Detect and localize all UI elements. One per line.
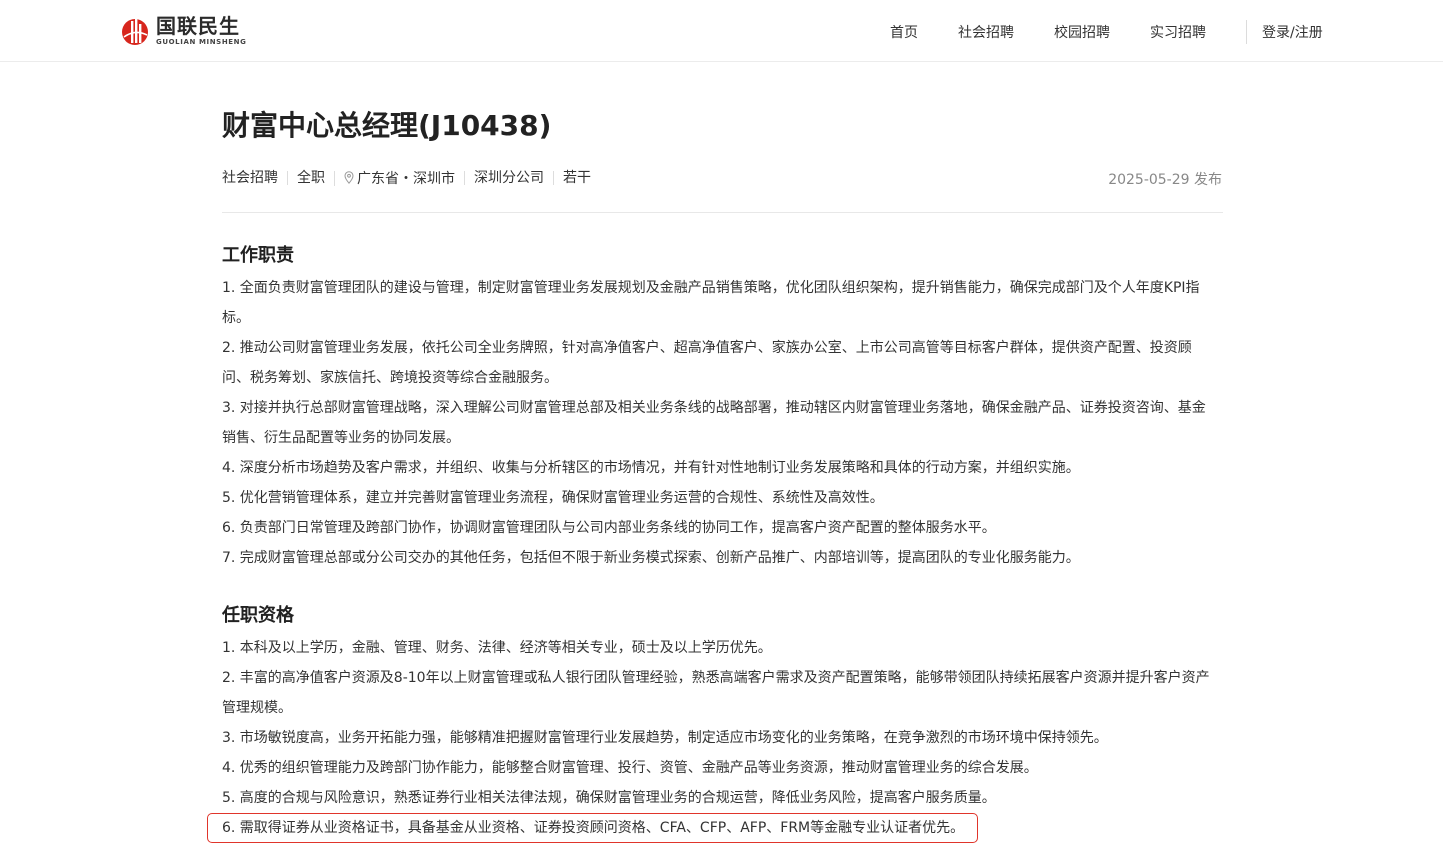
tag-location: 广东省・深圳市 [334, 170, 464, 187]
list-item: 5. 优化营销管理体系，建立并完善财富管理业务流程，确保财富管理业务运营的合规性… [222, 490, 884, 506]
nav-social-recruitment[interactable]: 社会招聘 [958, 22, 1014, 42]
nav-divider [1246, 20, 1247, 44]
list-item: 2. 丰富的高净值客户资源及8-10年以上财富管理或私人银行团队管理经验，熟悉高… [222, 670, 1210, 716]
logo-mark-icon [122, 18, 148, 45]
responsibilities-list: 1. 全面负责财富管理团队的建设与管理，制定财富管理业务发展规划及金融产品销售策… [222, 273, 1212, 573]
responsibilities-heading: 工作职责 [222, 245, 294, 266]
qualifications-heading: 任职资格 [222, 605, 294, 626]
login-register-link[interactable]: 登录/注册 [1262, 22, 1323, 42]
list-item: 3. 对接并执行总部财富管理战略，深入理解公司财富管理总部及相关业务条线的战略部… [222, 400, 1206, 446]
job-meta: 社会招聘 全职 广东省・深圳市 深圳分公司 若干 [222, 169, 600, 187]
nav-home[interactable]: 首页 [890, 22, 918, 42]
top-nav-bar: 国联民生 GUOLIAN MINSHENG 首页 社会招聘 校园招聘 实习招聘 … [0, 0, 1443, 62]
tag-branch: 深圳分公司 [464, 171, 553, 185]
publish-date: 2025-05-29 发布 [1108, 172, 1222, 188]
site-logo[interactable]: 国联民生 GUOLIAN MINSHENG [120, 14, 246, 48]
qualifications-list: 1. 本科及以上学历，金融、管理、财务、法律、经济等相关专业，硕士及以上学历优先… [222, 633, 1212, 843]
logo-text-en: GUOLIAN MINSHENG [156, 38, 247, 46]
list-item: 2. 推动公司财富管理业务发展，依托公司全业务牌照，针对高净值客户、超高净值客户… [222, 340, 1192, 386]
list-item: 1. 本科及以上学历，金融、管理、财务、法律、经济等相关专业，硕士及以上学历优先… [222, 640, 772, 656]
tag-employment-type: 全职 [287, 171, 334, 185]
list-item: 5. 高度的合规与风险意识，熟悉证券行业相关法律法规，确保财富管理业务的合规运营… [222, 790, 996, 806]
list-item: 4. 深度分析市场趋势及客户需求，并组织、收集与分析辖区的市场情况，并有针对性地… [222, 460, 1080, 476]
location-pin-icon [344, 170, 354, 184]
list-item: 6. 负责部门日常管理及跨部门协作，协调财富管理团队与公司内部业务条线的协同工作… [222, 520, 996, 536]
list-item: 1. 全面负责财富管理团队的建设与管理，制定财富管理业务发展规划及金融产品销售策… [222, 280, 1200, 326]
tag-headcount: 若干 [553, 171, 600, 185]
logo-text-cn: 国联民生 [156, 14, 240, 38]
highlight-annotation-box [207, 813, 978, 843]
section-divider [222, 212, 1223, 213]
list-item: 3. 市场敏锐度高，业务开拓能力强，能够精准把握财富管理行业发展趋势，制定适应市… [222, 730, 1108, 746]
job-title: 财富中心总经理(J10438) [222, 109, 552, 142]
nav-internship-recruitment[interactable]: 实习招聘 [1150, 22, 1206, 42]
list-item: 7. 完成财富管理总部或分公司交办的其他任务，包括但不限于新业务模式探索、创新产… [222, 550, 1080, 566]
tag-recruit-type: 社会招聘 [222, 170, 278, 186]
list-item: 4. 优秀的组织管理能力及跨部门协作能力，能够整合财富管理、投行、资管、金融产品… [222, 760, 1038, 776]
nav-campus-recruitment[interactable]: 校园招聘 [1054, 22, 1110, 42]
tag-location-text: 广东省・深圳市 [357, 170, 455, 187]
